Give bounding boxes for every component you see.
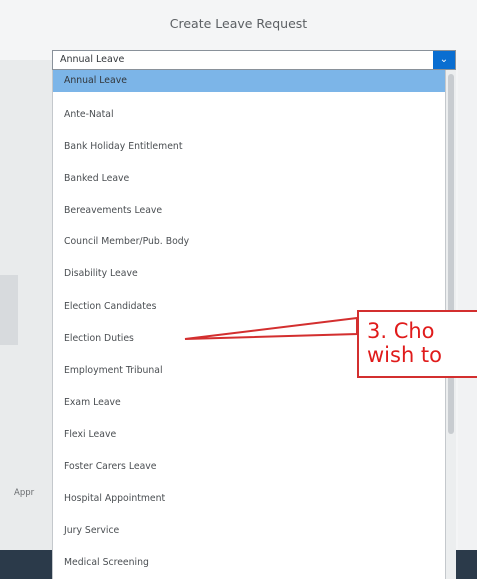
dropdown-option-foster-carers-leave[interactable]: Foster Carers Leave	[53, 456, 445, 478]
dialog-title: Create Leave Request	[169, 16, 308, 31]
dropdown-option-council-member[interactable]: Council Member/Pub. Body	[53, 231, 445, 253]
leave-type-select[interactable]: Annual Leave ⌄	[52, 50, 456, 70]
dropdown-option-annual-leave[interactable]: Annual Leave	[53, 70, 445, 92]
leave-type-select-value: Annual Leave	[60, 54, 125, 65]
background-label: Appr	[14, 488, 35, 498]
dropdown-option-medical-screening[interactable]: Medical Screening	[53, 552, 445, 574]
dropdown-option-hospital-appointment[interactable]: Hospital Appointment	[53, 488, 445, 510]
background-card	[0, 275, 18, 345]
callout-line-2: wish to	[367, 343, 443, 367]
dropdown-option-exam-leave[interactable]: Exam Leave	[53, 392, 445, 414]
instruction-callout: 3. Cho wish to	[357, 310, 477, 378]
dropdown-option-jury-service[interactable]: Jury Service	[53, 520, 445, 542]
dropdown-option-disability-leave[interactable]: Disability Leave	[53, 263, 445, 285]
dropdown-option-ante-natal[interactable]: Ante-Natal	[53, 104, 445, 126]
dropdown-option-banked-leave[interactable]: Banked Leave	[53, 168, 445, 190]
callout-line-1: 3. Cho	[367, 319, 435, 343]
dropdown-option-bank-holiday-entitlement[interactable]: Bank Holiday Entitlement	[53, 136, 445, 158]
chevron-down-icon[interactable]: ⌄	[433, 51, 455, 69]
scrollbar-thumb[interactable]	[448, 74, 454, 434]
dropdown-option-bereavements-leave[interactable]: Bereavements Leave	[53, 200, 445, 222]
dropdown-option-flexi-leave[interactable]: Flexi Leave	[53, 424, 445, 446]
